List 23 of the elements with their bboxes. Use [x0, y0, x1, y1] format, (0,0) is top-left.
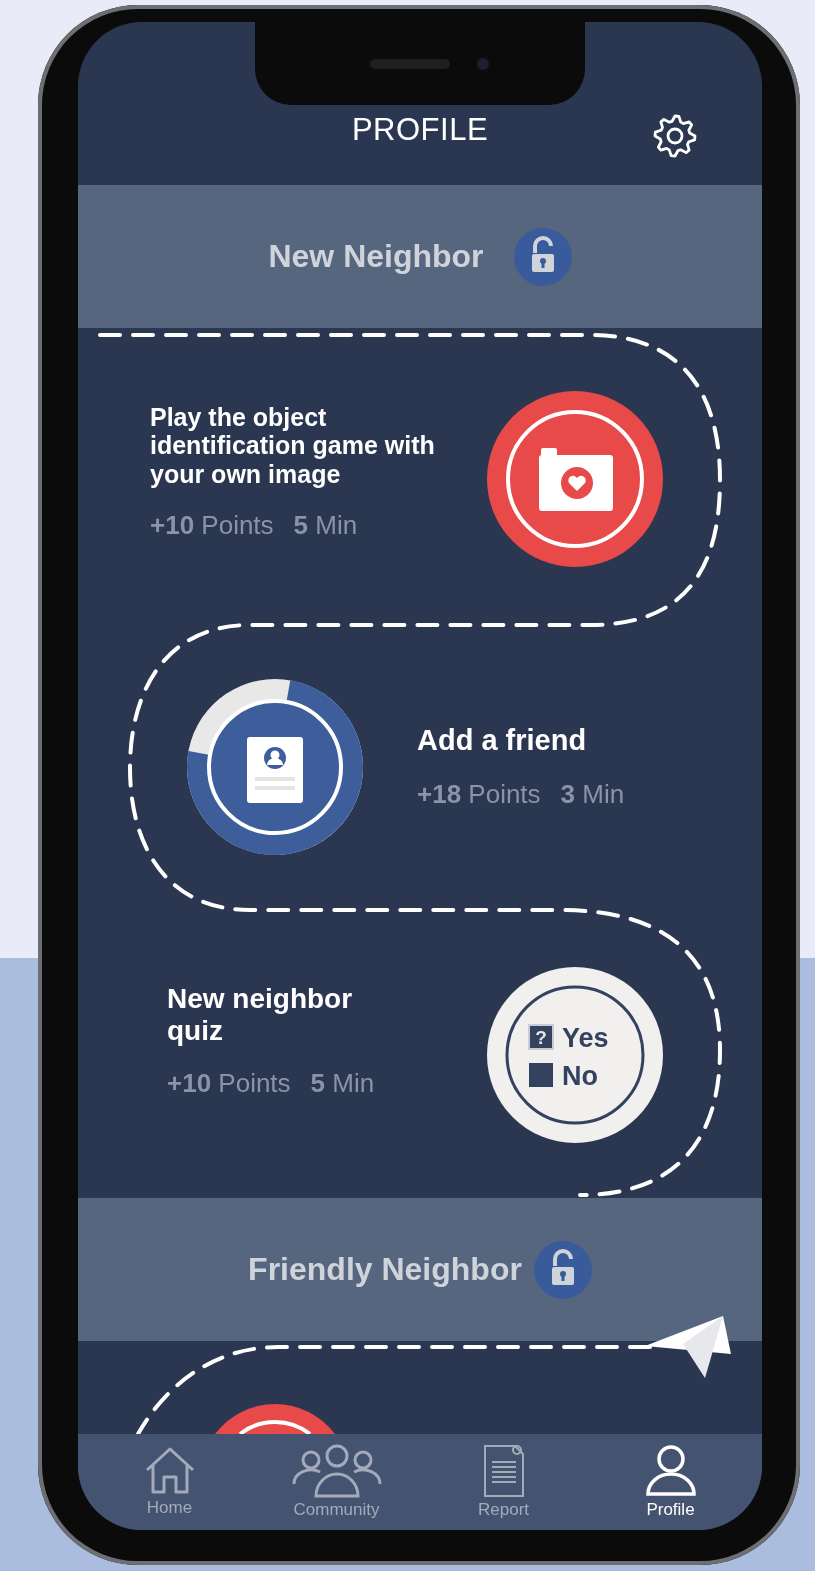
- unlock-icon: [533, 1240, 592, 1299]
- tab-bar-item[interactable]: Profile: [595, 1442, 746, 1522]
- person-icon: [644, 1444, 697, 1498]
- group-icon: [290, 1444, 383, 1498]
- document-icon: [482, 1444, 525, 1498]
- level-title: New Neighbor: [268, 238, 484, 275]
- tab-bar-item[interactable]: Home: [94, 1444, 245, 1520]
- task-points: +10 Points: [167, 1068, 291, 1100]
- task-duration: 5 Min: [293, 509, 358, 541]
- task-duration: 5 Min: [310, 1068, 375, 1100]
- unlock-icon: [513, 227, 572, 286]
- profile-card-badge[interactable]: [187, 679, 363, 855]
- task-title: Play the object identification game with your own image: [150, 403, 436, 488]
- quiz-badge[interactable]: ? Yes No: [487, 967, 663, 1143]
- tab-bar-item[interactable]: Community: [261, 1442, 412, 1522]
- task-duration: 3 Min: [560, 778, 625, 810]
- task-points: +18 Points: [417, 778, 541, 810]
- screen-title: PROFILE: [351, 112, 489, 148]
- tab-bar-item[interactable]: Report: [428, 1442, 579, 1522]
- task-title: New neighbor quiz: [167, 982, 354, 1047]
- task-points: +10 Points: [150, 509, 274, 541]
- task-title: Add a friend: [417, 724, 588, 757]
- level-title: Friendly Neighbor: [248, 1251, 522, 1288]
